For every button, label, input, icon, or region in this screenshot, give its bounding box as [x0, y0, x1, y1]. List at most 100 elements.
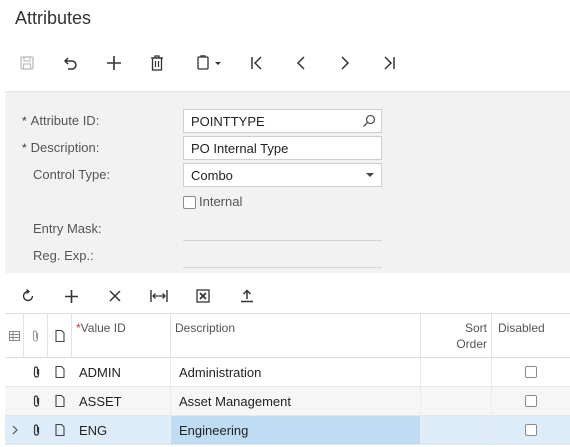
description-label: * Description:	[22, 140, 100, 155]
note-icon	[55, 366, 65, 378]
save-icon	[20, 56, 34, 70]
value-id-header[interactable]: *Value ID	[72, 314, 171, 358]
sort-order-header[interactable]: Sort Order	[421, 314, 492, 358]
grid-settings-icon	[8, 331, 20, 341]
search-icon[interactable]	[362, 114, 376, 128]
undo-icon	[63, 57, 77, 70]
description-cell[interactable]: Administration	[171, 358, 421, 386]
description-cell[interactable]: Engineering	[171, 416, 421, 444]
value-id-cell[interactable]: ENG	[72, 416, 171, 444]
next-icon	[341, 56, 350, 70]
fit-columns-button[interactable]	[144, 282, 174, 310]
row-note[interactable]	[48, 387, 72, 415]
export-excel-button[interactable]	[188, 282, 218, 310]
description-field[interactable]: PO Internal Type	[183, 136, 382, 160]
disabled-checkbox[interactable]	[525, 424, 537, 436]
grid-toolbar	[0, 282, 570, 310]
table-row[interactable]: ASSET Asset Management	[5, 387, 570, 416]
row-indicator	[5, 387, 24, 415]
value-id-cell[interactable]: ASSET	[72, 387, 171, 415]
delete-icon	[151, 55, 163, 71]
control-type-label: Control Type:	[33, 167, 111, 182]
refresh-icon	[22, 289, 34, 302]
upload-icon	[241, 289, 253, 303]
description-value: PO Internal Type	[191, 141, 289, 156]
main-toolbar	[0, 48, 570, 78]
upload-button[interactable]	[232, 282, 262, 310]
row-indicator	[5, 358, 24, 386]
description-header[interactable]: Description	[171, 314, 421, 358]
first-icon	[251, 56, 262, 70]
disabled-header[interactable]: Disabled	[492, 314, 570, 358]
disabled-checkbox[interactable]	[525, 395, 537, 407]
attribute-id-field[interactable]: POINTTYPE	[183, 109, 382, 133]
column-settings-header[interactable]	[5, 314, 24, 358]
row-note[interactable]	[48, 416, 72, 444]
undo-button[interactable]	[55, 48, 85, 78]
next-record-button[interactable]	[330, 48, 360, 78]
entry-mask-label: Entry Mask:	[33, 221, 102, 236]
previous-record-button[interactable]	[286, 48, 316, 78]
table-row[interactable]: ADMIN Administration	[5, 358, 570, 387]
sort-order-cell[interactable]	[421, 387, 492, 415]
grid-header: *Value ID Description Sort Order Disable…	[5, 313, 570, 358]
previous-icon	[296, 56, 305, 70]
add-row-icon	[64, 289, 78, 303]
row-attachment[interactable]	[24, 358, 48, 386]
note-icon	[55, 424, 65, 436]
row-attachment[interactable]	[24, 416, 48, 444]
disabled-cell	[492, 416, 570, 444]
row-attachment[interactable]	[24, 387, 48, 415]
sort-order-header-line1: Sort	[464, 321, 487, 335]
add-button[interactable]	[99, 48, 129, 78]
value-id-header-label: Value ID	[80, 321, 126, 335]
export-excel-icon	[196, 289, 210, 303]
description-cell[interactable]: Asset Management	[171, 387, 421, 415]
notes-header	[48, 314, 72, 358]
chevron-right-icon	[12, 425, 18, 435]
refresh-button[interactable]	[13, 282, 43, 310]
sort-order-cell[interactable]	[421, 416, 492, 444]
last-icon	[384, 56, 395, 70]
row-indicator	[5, 416, 24, 444]
fit-columns-icon	[150, 290, 168, 302]
add-icon	[107, 56, 121, 70]
control-type-value: Combo	[191, 168, 233, 183]
value-id-cell[interactable]: ADMIN	[72, 358, 171, 386]
table-row[interactable]: ENG Engineering	[5, 416, 570, 445]
paperclip-icon	[32, 330, 39, 342]
attribute-id-value: POINTTYPE	[191, 114, 265, 129]
page-title: Attributes	[15, 8, 92, 28]
internal-label: Internal	[199, 194, 243, 209]
delete-row-button[interactable]	[100, 282, 130, 310]
sort-order-header-line2: Order	[456, 337, 487, 351]
paperclip-icon	[33, 365, 39, 378]
disabled-checkbox[interactable]	[525, 366, 537, 378]
entry-mask-field[interactable]	[183, 240, 382, 241]
paperclip-icon	[33, 423, 39, 436]
attribute-id-label: * Attribute ID:	[22, 113, 100, 128]
copy-paste-icon	[197, 55, 221, 70]
first-record-button[interactable]	[242, 48, 272, 78]
note-icon	[54, 330, 65, 342]
row-note[interactable]	[48, 358, 72, 386]
note-icon	[55, 395, 65, 407]
attachments-header	[24, 314, 48, 358]
delete-button[interactable]	[142, 48, 172, 78]
values-grid: *Value ID Description Sort Order Disable…	[5, 313, 570, 447]
disabled-cell	[492, 387, 570, 415]
add-row-button[interactable]	[56, 282, 86, 310]
last-record-button[interactable]	[374, 48, 404, 78]
reg-exp-field[interactable]	[183, 267, 382, 268]
delete-row-icon	[109, 290, 121, 302]
paperclip-icon	[33, 394, 39, 407]
reg-exp-label: Reg. Exp.:	[33, 248, 94, 263]
disabled-cell	[492, 358, 570, 386]
save-button[interactable]	[12, 48, 42, 78]
sort-order-cell[interactable]	[421, 358, 492, 386]
clipboard-menu-button[interactable]	[187, 48, 231, 78]
internal-checkbox[interactable]	[183, 196, 196, 209]
chevron-down-icon	[366, 173, 374, 177]
attribute-form: * Attribute ID: POINTTYPE * Description: P…	[5, 91, 570, 273]
control-type-select[interactable]: Combo	[183, 163, 382, 187]
